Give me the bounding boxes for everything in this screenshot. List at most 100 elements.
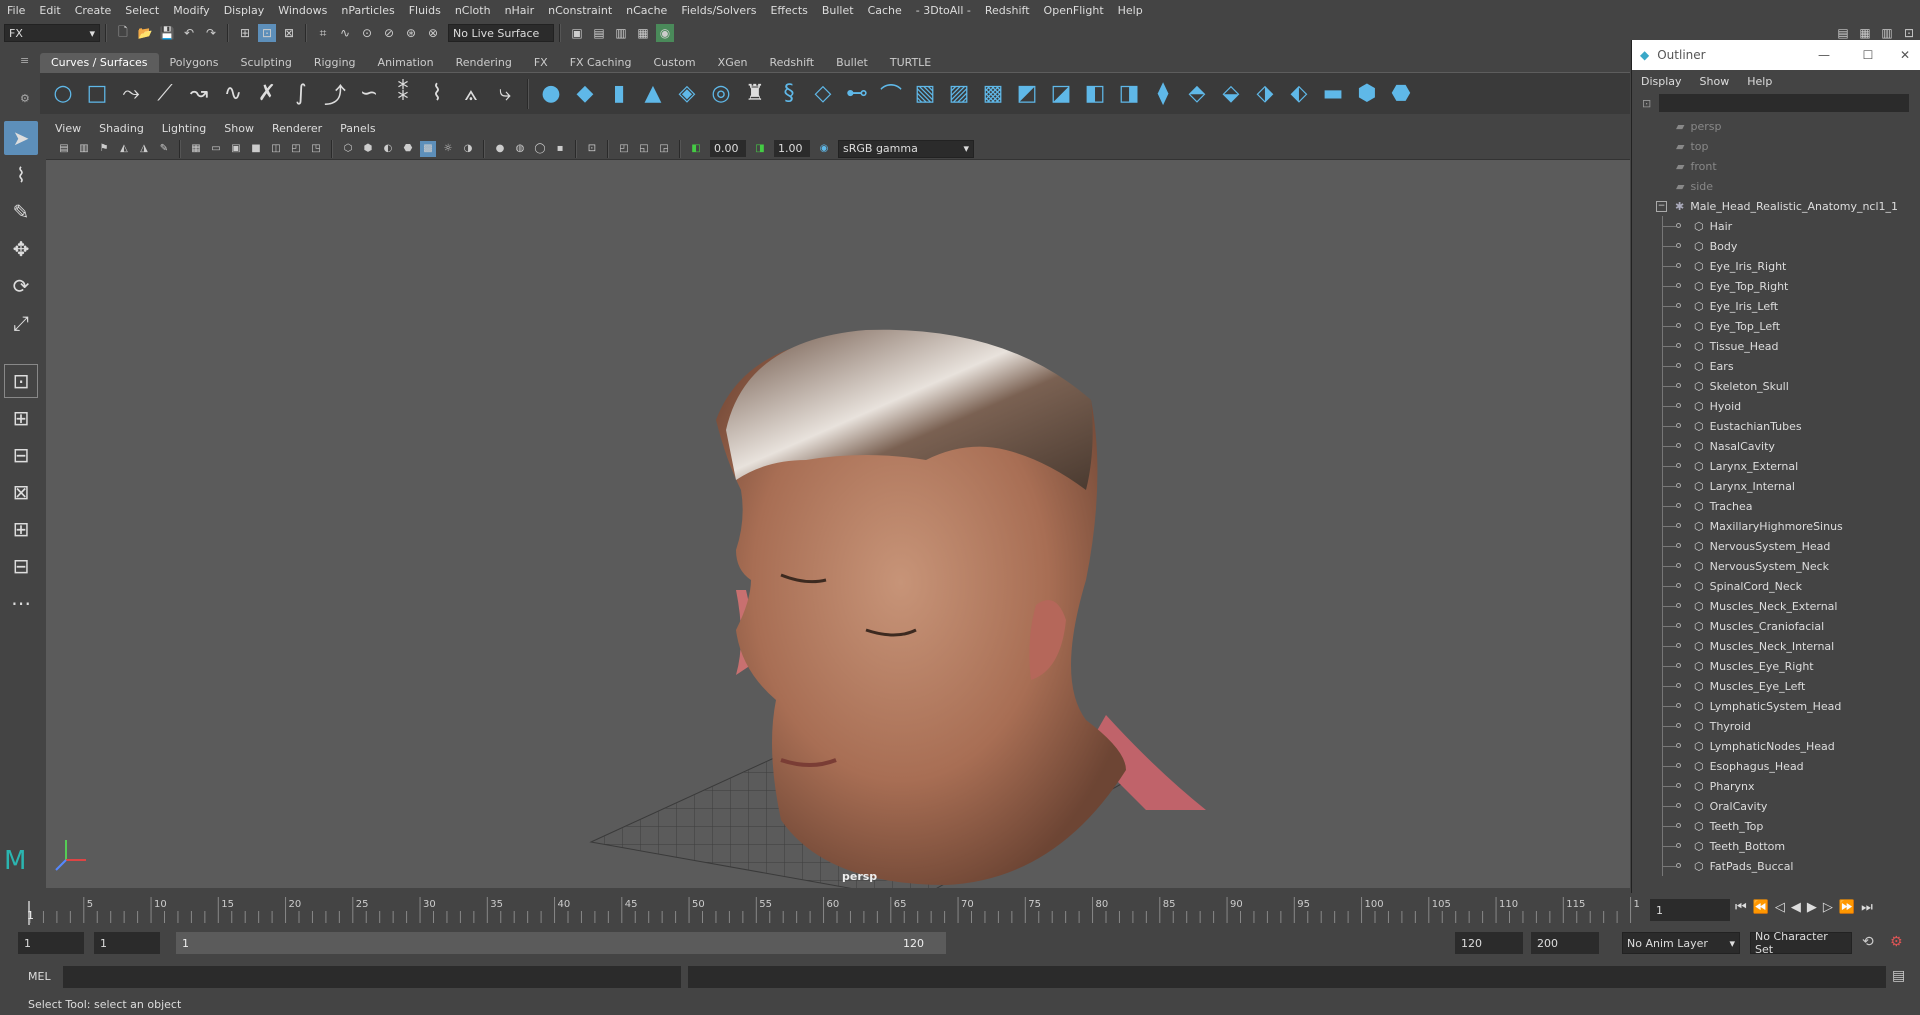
textured-icon[interactable]: ▩ — [420, 140, 436, 157]
menu-ncloth[interactable]: nCloth — [448, 4, 498, 17]
shadows-icon[interactable]: ◑ — [460, 141, 476, 157]
outliner-menu-show[interactable]: Show — [1691, 75, 1739, 88]
project-curve-icon[interactable]: ◩ — [1012, 79, 1042, 109]
menu-create[interactable]: Create — [68, 4, 119, 17]
xray-icon[interactable]: ◰ — [616, 141, 632, 157]
rebuild-surface-icon[interactable]: ⬢ — [1352, 79, 1382, 109]
mel-label[interactable]: MEL — [28, 970, 51, 983]
menu-redshift[interactable]: Redshift — [978, 4, 1037, 17]
nurbs-circle-icon[interactable]: ○ — [48, 79, 78, 109]
outliner-item-mesh[interactable]: ⬡ Eye_Top_Right — [1632, 276, 1920, 296]
use-all-lights-icon[interactable]: ☼ — [440, 141, 456, 157]
anim-prefs-icon[interactable]: ⚙ — [1890, 934, 1903, 950]
planar-icon[interactable]: ◇ — [808, 79, 838, 109]
outliner-item-mesh[interactable]: ⬡ Muscles_Neck_Internal — [1632, 636, 1920, 656]
hypershade-icon[interactable]: ◉ — [656, 24, 674, 42]
shelf-gear-icon[interactable]: ⚙ — [20, 92, 30, 105]
attach-curves-icon[interactable]: ∫ — [286, 79, 316, 109]
motion-blur-icon[interactable]: ◍ — [512, 141, 528, 157]
step-back-key-icon[interactable]: ⏪ — [1753, 900, 1769, 915]
outliner-item-mesh[interactable]: ⬡ Eye_Top_Left — [1632, 316, 1920, 336]
select-camera-icon[interactable]: ▤ — [56, 141, 72, 157]
color-management-icon[interactable]: ◉ — [816, 141, 832, 157]
save-scene-icon[interactable]: 💾 — [158, 24, 176, 42]
minimize-icon[interactable]: — — [1802, 48, 1846, 62]
render-settings-icon[interactable]: ▦ — [634, 24, 652, 42]
outliner-search-input[interactable] — [1659, 94, 1910, 112]
snap-surface-icon[interactable]: ⊛ — [402, 24, 420, 42]
xray-joints-icon[interactable]: ◱ — [636, 141, 652, 157]
scene-start-field[interactable]: 1 — [18, 932, 84, 954]
auto-key-icon[interactable]: ⟲ — [1862, 934, 1874, 950]
gamma-field[interactable]: 1.00 — [774, 140, 810, 157]
viewport-menu-view[interactable]: View — [46, 122, 90, 135]
command-input[interactable] — [63, 966, 681, 988]
shelf-tab-fx[interactable]: FX — [523, 53, 559, 72]
menu-fluids[interactable]: Fluids — [402, 4, 448, 17]
revolve-icon[interactable]: ♜ — [740, 79, 770, 109]
open-close-surfaces-icon[interactable]: ⬗ — [1250, 79, 1280, 109]
outliner-item-mesh[interactable]: ⬡ Larynx_Internal — [1632, 476, 1920, 496]
more-layouts-icon[interactable]: ⋯ — [4, 586, 38, 620]
isolate-select-icon[interactable]: ⊡ — [584, 141, 600, 157]
outliner-item-mesh[interactable]: ⬡ SpinalCord_Neck — [1632, 576, 1920, 596]
filter-icon[interactable]: ⊡ — [1642, 97, 1651, 110]
go-to-end-icon[interactable]: ⏭ — [1861, 900, 1873, 915]
attach-surfaces-icon[interactable]: ⧫ — [1148, 79, 1178, 109]
pencil-curve-icon[interactable]: ↝ — [184, 79, 214, 109]
outliner-item-mesh[interactable]: ⬡ NervousSystem_Head — [1632, 536, 1920, 556]
paint-select-icon[interactable]: ✎ — [4, 195, 38, 229]
viewport-menu-panels[interactable]: Panels — [331, 122, 384, 135]
playback-start-field[interactable]: 1 — [94, 932, 160, 954]
outliner-item-mesh[interactable]: ⬡ FatPads_Buccal — [1632, 856, 1920, 876]
viewport-menu-show[interactable]: Show — [215, 122, 263, 135]
menu-windows[interactable]: Windows — [271, 4, 334, 17]
reverse-curve-icon[interactable]: ⤷ — [490, 79, 520, 109]
depth-of-field-icon[interactable]: ▪ — [552, 141, 568, 157]
nurbs-torus-icon[interactable]: ◎ — [706, 79, 736, 109]
outliner-item-mesh[interactable]: ⬡ Muscles_Eye_Left — [1632, 676, 1920, 696]
menu-modify[interactable]: Modify — [166, 4, 216, 17]
outliner-item-mesh[interactable]: ⬡ Eye_Iris_Right — [1632, 256, 1920, 276]
extrude-icon[interactable]: ⊷ — [842, 79, 872, 109]
outliner-menu-display[interactable]: Display — [1632, 75, 1691, 88]
viewport-menu-lighting[interactable]: Lighting — [153, 122, 215, 135]
menu-bullet[interactable]: Bullet — [815, 4, 861, 17]
outliner-item-mesh[interactable]: ⬡ Hair — [1632, 216, 1920, 236]
arc-tool-icon[interactable]: ∿ — [218, 79, 248, 109]
outliner-item-mesh[interactable]: ⬡ Teeth_Bottom — [1632, 836, 1920, 856]
select-tool-icon[interactable]: ➤ — [4, 121, 38, 155]
extend-surface-icon[interactable]: ▬ — [1318, 79, 1348, 109]
scene-end-field[interactable]: 200 — [1531, 932, 1599, 954]
playback-end-field[interactable]: 120 — [1455, 932, 1523, 954]
intersect-surfaces-icon[interactable]: ◪ — [1046, 79, 1076, 109]
select-object-icon[interactable]: ⊡ — [258, 24, 276, 42]
birail-icon[interactable]: ⌒ — [876, 79, 906, 109]
bevel-plus-icon[interactable]: ▧ — [910, 79, 940, 109]
outliner-item-root[interactable]: − ✱ Male_Head_Realistic_Anatomy_ncl1_1 — [1632, 196, 1920, 216]
menu-file[interactable]: File — [0, 4, 32, 17]
detach-surfaces-icon[interactable]: ⬘ — [1182, 79, 1212, 109]
menu-3dtoall[interactable]: - 3DtoAll - — [909, 4, 978, 17]
grease-pencil-icon[interactable]: ✎ — [156, 141, 172, 157]
outliner-item-mesh[interactable]: ⬡ EustachianTubes — [1632, 416, 1920, 436]
select-hierarchy-icon[interactable]: ⊞ — [236, 24, 254, 42]
redo-icon[interactable]: ↷ — [202, 24, 220, 42]
extend-curve-icon[interactable]: ⁑ — [388, 79, 418, 109]
outliner-item-mesh[interactable]: ⬡ LymphaticNodes_Head — [1632, 736, 1920, 756]
menu-nconstraint[interactable]: nConstraint — [541, 4, 619, 17]
gate-mask-icon[interactable]: ■ — [248, 141, 264, 157]
persp-outliner-icon[interactable]: ⊟ — [4, 438, 38, 472]
menu-fields-solvers[interactable]: Fields/Solvers — [674, 4, 763, 17]
wireframe-on-shaded-icon[interactable]: ⬣ — [400, 141, 416, 157]
four-view-icon[interactable]: ⊞ — [4, 401, 38, 435]
time-slider[interactable]: 5 10 15 20 25 30 35 40 45 50 55 60 65 70 75 80 85 90 95 100… — [0, 893, 1920, 926]
anti-aliasing-icon[interactable]: ◯ — [532, 141, 548, 157]
outliner-item-mesh[interactable]: ⬡ OralCavity — [1632, 796, 1920, 816]
xray-components-icon[interactable]: ◲ — [656, 141, 672, 157]
offset-curve-icon[interactable]: ⌇ — [422, 79, 452, 109]
menu-edit[interactable]: Edit — [32, 4, 67, 17]
outliner-item-mesh[interactable]: ⬡ Tissue_Head — [1632, 336, 1920, 356]
current-frame-field[interactable]: 1 — [1650, 899, 1730, 921]
render-view-icon[interactable]: ▣ — [568, 24, 586, 42]
